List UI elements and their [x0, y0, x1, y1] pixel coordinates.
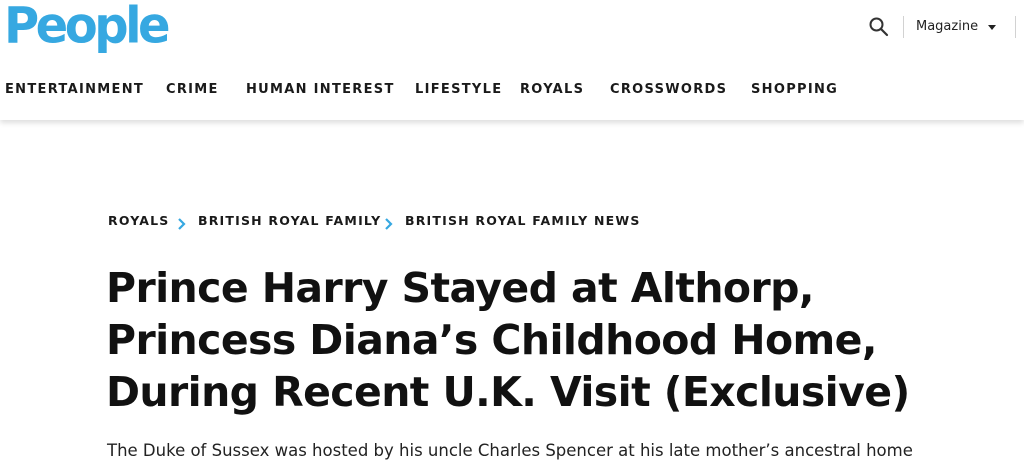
header-divider — [903, 16, 904, 38]
site-header: People Magazine ENTERTAINMENT CRIME HUMA… — [0, 0, 1024, 120]
breadcrumb-royals[interactable]: ROYALS — [108, 211, 170, 231]
header-divider-right — [1015, 16, 1016, 38]
nav-item-human-interest[interactable]: HUMAN INTEREST — [246, 80, 395, 100]
chevron-right-icon — [177, 215, 187, 230]
breadcrumb-british-royal-family-news[interactable]: BRITISH ROYAL FAMILY NEWS — [405, 211, 641, 231]
search-icon[interactable] — [868, 16, 890, 38]
caret-down-icon[interactable] — [988, 25, 996, 30]
nav-item-entertainment[interactable]: ENTERTAINMENT — [5, 80, 144, 100]
article-dek: The Duke of Sussex was hosted by his unc… — [107, 441, 913, 460]
nav-item-shopping[interactable]: SHOPPING — [751, 80, 838, 100]
nav-item-royals[interactable]: ROYALS — [520, 80, 584, 100]
article-headline: Prince Harry Stayed at Althorp, Princess… — [106, 264, 910, 416]
breadcrumb-british-royal-family[interactable]: BRITISH ROYAL FAMILY — [198, 211, 381, 231]
nav-item-lifestyle[interactable]: LIFESTYLE — [415, 80, 502, 100]
people-logo[interactable]: People — [4, 0, 171, 57]
chevron-right-icon — [384, 215, 394, 230]
nav-item-crosswords[interactable]: CROSSWORDS — [610, 80, 727, 100]
magazine-menu-label[interactable]: Magazine — [916, 17, 978, 37]
nav-item-crime[interactable]: CRIME — [166, 80, 219, 100]
